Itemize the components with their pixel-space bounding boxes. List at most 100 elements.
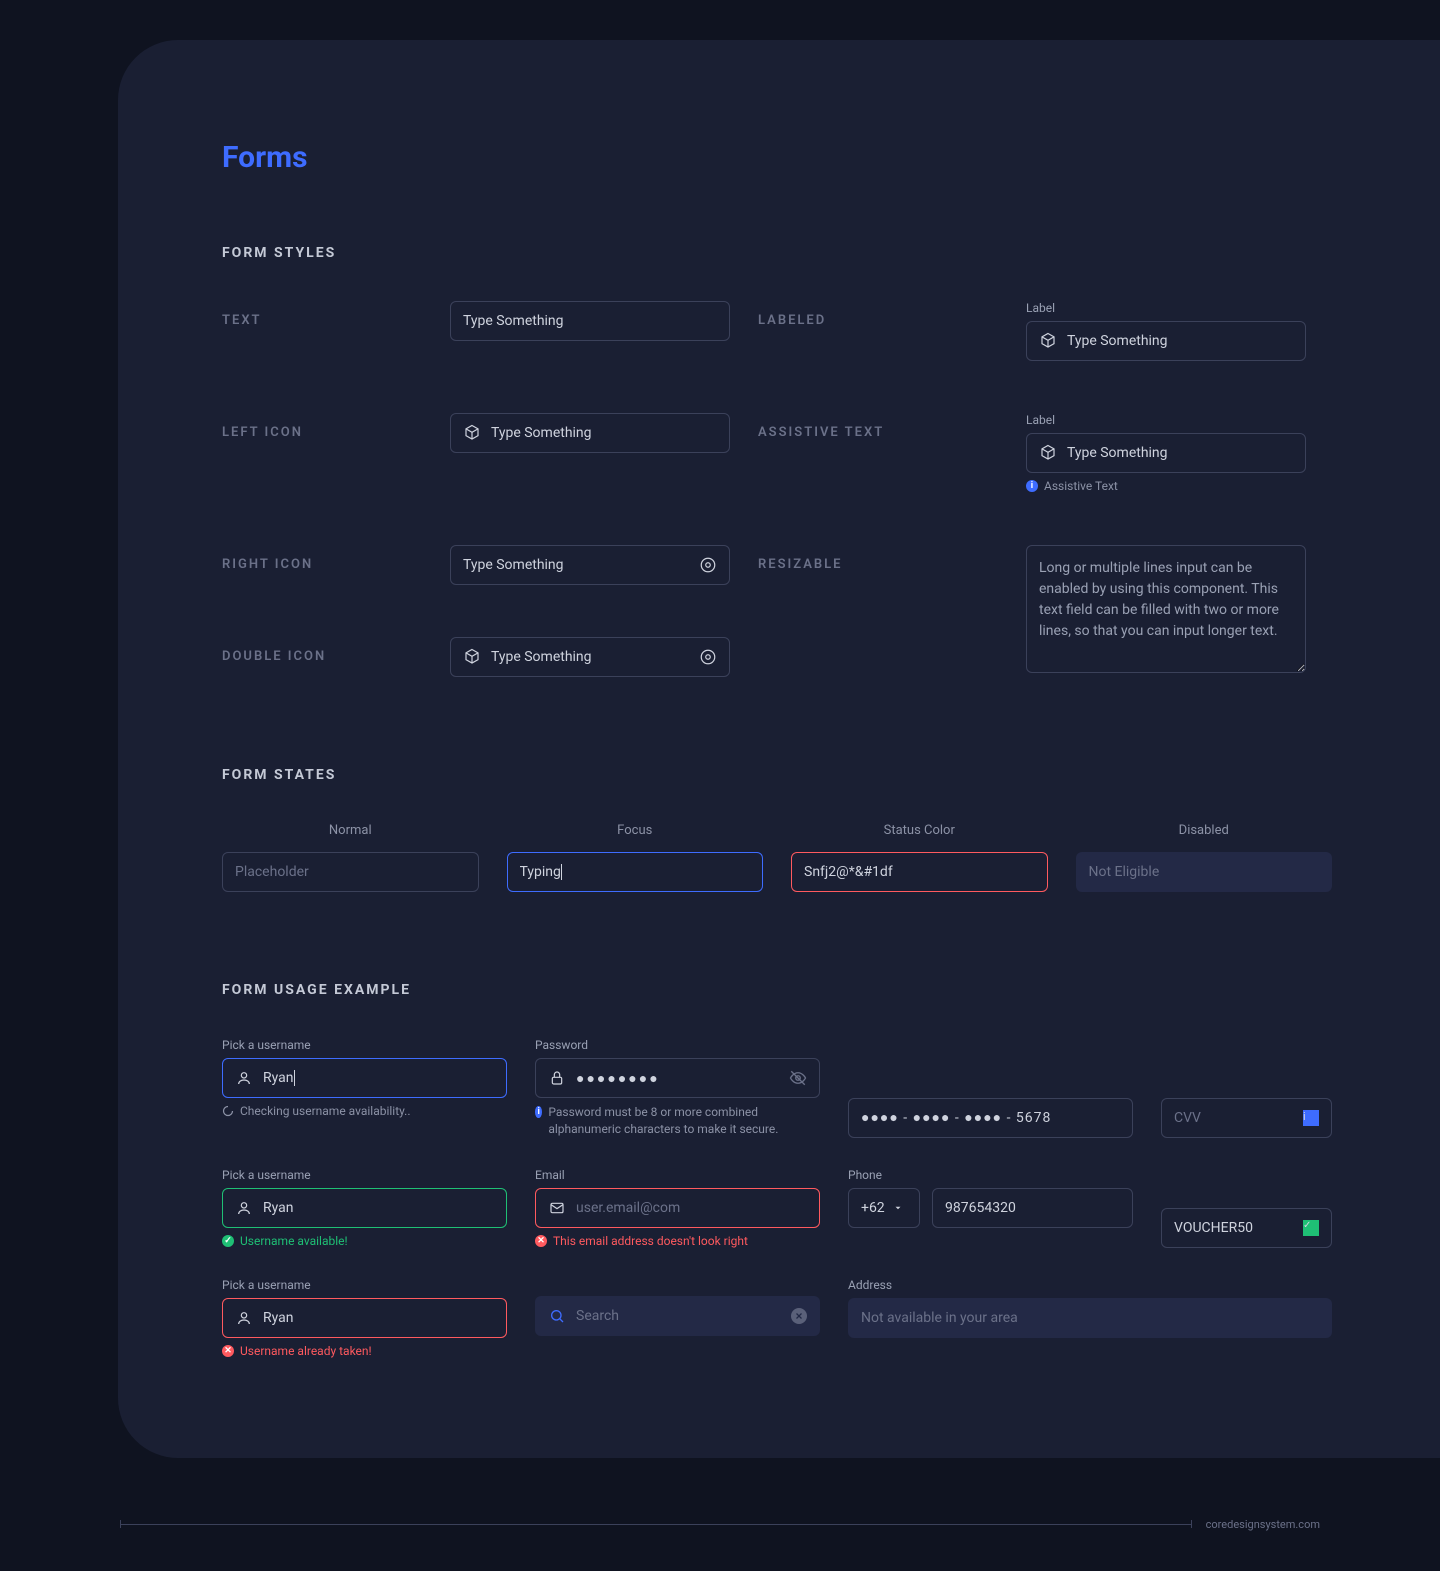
cube-icon: [1039, 332, 1057, 350]
footer: coredesignsystem.com: [120, 1518, 1320, 1531]
state-head-status: Status Color: [791, 823, 1048, 838]
check-icon: ✓: [222, 1235, 234, 1247]
card-input[interactable]: ●●●● - ●●●● - ●●●● - 5678: [848, 1098, 1133, 1138]
username-msg-3: ✕ Username already taken!: [222, 1344, 507, 1358]
state-disabled-value: Not Eligible: [1089, 864, 1320, 880]
phone-cc-select[interactable]: +62: [848, 1188, 920, 1228]
text-cursor: [561, 864, 562, 880]
input-lefticon[interactable]: Type Something: [450, 413, 730, 453]
mail-icon: [548, 1199, 566, 1217]
text-cursor: [294, 1070, 295, 1086]
check-icon: ✓: [1303, 1220, 1319, 1236]
label-text: TEXT: [222, 301, 422, 328]
input-lefticon-value: Type Something: [491, 425, 717, 441]
state-input-normal[interactable]: Placeholder: [222, 852, 479, 892]
address-label: Address: [848, 1278, 1332, 1292]
state-head-normal: Normal: [222, 823, 479, 838]
username-input-3[interactable]: Ryan: [222, 1298, 507, 1338]
user-icon: [235, 1199, 253, 1217]
username-value-1: Ryan: [263, 1070, 294, 1086]
clear-icon[interactable]: [791, 1308, 807, 1324]
cube-icon: [463, 648, 481, 666]
textarea-resizable[interactable]: Long or multiple lines input can be enab…: [1026, 545, 1306, 673]
info-icon: i: [535, 1106, 542, 1118]
username-input-1[interactable]: Ryan: [222, 1058, 507, 1098]
label-labeled: LABELED: [758, 301, 998, 328]
input-righticon-value: Type Something: [463, 557, 689, 573]
password-msg: i Password must be 8 or more combined al…: [535, 1104, 820, 1138]
email-label: Email: [535, 1168, 820, 1182]
input-assistive[interactable]: Type Something: [1026, 433, 1306, 473]
input-doubleicon-value: Type Something: [491, 649, 689, 665]
label-doubleicon: DOUBLE ICON: [222, 637, 422, 664]
email-value: user.email@com: [576, 1200, 807, 1216]
phone-number-input[interactable]: 987654320: [932, 1188, 1133, 1228]
phone-label: Phone: [848, 1168, 1133, 1182]
field-label-2: Label: [1026, 413, 1306, 427]
username-label-1: Pick a username: [222, 1038, 507, 1052]
search-input[interactable]: Search: [535, 1296, 820, 1336]
spinner-icon: [222, 1105, 234, 1117]
state-head-focus: Focus: [507, 823, 764, 838]
username-msg-2: ✓ Username available!: [222, 1234, 507, 1248]
username-input-2[interactable]: Ryan: [222, 1188, 507, 1228]
username-value-2: Ryan: [263, 1200, 494, 1216]
username-value-3: Ryan: [263, 1310, 494, 1326]
section-form-usage: Form Usage Example: [222, 982, 1380, 998]
page-title: Forms: [222, 140, 1380, 175]
voucher-value: VOUCHER50: [1174, 1220, 1293, 1236]
password-value: ●●●●●●●●: [576, 1070, 779, 1087]
input-doubleicon[interactable]: Type Something: [450, 637, 730, 677]
input-labeled[interactable]: Type Something: [1026, 321, 1306, 361]
input-righticon[interactable]: Type Something: [450, 545, 730, 585]
circle-icon: [699, 648, 717, 666]
email-msg: ✕ This email address doesn't look right: [535, 1234, 820, 1248]
input-text[interactable]: Type Something: [450, 301, 730, 341]
card-value: ●●●● - ●●●● - ●●●● - 5678: [861, 1109, 1120, 1126]
username-label-2: Pick a username: [222, 1168, 507, 1182]
address-value: Not available in your area: [861, 1310, 1319, 1326]
input-text-value: Type Something: [463, 313, 717, 329]
label-righticon: RIGHT ICON: [222, 545, 422, 572]
state-focus-value: Typing: [520, 864, 561, 880]
email-input[interactable]: user.email@com: [535, 1188, 820, 1228]
phone-cc-value: +62: [861, 1200, 885, 1216]
field-label-1: Label: [1026, 301, 1306, 315]
info-icon[interactable]: i: [1303, 1110, 1319, 1126]
input-labeled-value: Type Something: [1067, 333, 1293, 349]
section-form-states: Form States: [222, 767, 1380, 783]
chevron-down-icon: [889, 1199, 907, 1217]
state-head-disabled: Disabled: [1076, 823, 1333, 838]
label-resizable: RESIZABLE: [758, 545, 998, 572]
state-input-focus[interactable]: Typing: [507, 852, 764, 892]
label-lefticon: LEFT ICON: [222, 413, 422, 440]
cvv-placeholder: CVV: [1174, 1110, 1293, 1126]
circle-icon: [699, 556, 717, 574]
phone-number-value: 987654320: [945, 1200, 1120, 1216]
user-icon: [235, 1069, 253, 1087]
assistive-text: Assistive Text: [1044, 479, 1118, 493]
user-icon: [235, 1309, 253, 1327]
label-assistive: ASSISTIVE TEXT: [758, 413, 998, 440]
password-input[interactable]: ●●●●●●●●: [535, 1058, 820, 1098]
state-normal-placeholder: Placeholder: [235, 864, 466, 880]
error-icon: ✕: [535, 1235, 547, 1247]
cvv-input[interactable]: CVV i: [1161, 1098, 1332, 1138]
state-input-disabled: Not Eligible: [1076, 852, 1333, 892]
section-form-styles: Form Styles: [222, 245, 1380, 261]
password-label: Password: [535, 1038, 820, 1052]
state-input-status[interactable]: Snfj2@*&#1df: [791, 852, 1048, 892]
search-icon: [548, 1307, 566, 1325]
username-msg-1: Checking username availability..: [222, 1104, 507, 1118]
cube-icon: [1039, 444, 1057, 462]
username-label-3: Pick a username: [222, 1278, 507, 1292]
footer-rule: [120, 1524, 1192, 1525]
cube-icon: [463, 424, 481, 442]
address-input: Not available in your area: [848, 1298, 1332, 1338]
footer-credit: coredesignsystem.com: [1206, 1518, 1320, 1531]
eye-off-icon[interactable]: [789, 1069, 807, 1087]
voucher-input[interactable]: VOUCHER50 ✓: [1161, 1208, 1332, 1248]
error-icon: ✕: [222, 1345, 234, 1357]
search-placeholder: Search: [576, 1308, 781, 1324]
state-status-value: Snfj2@*&#1df: [804, 864, 1035, 880]
